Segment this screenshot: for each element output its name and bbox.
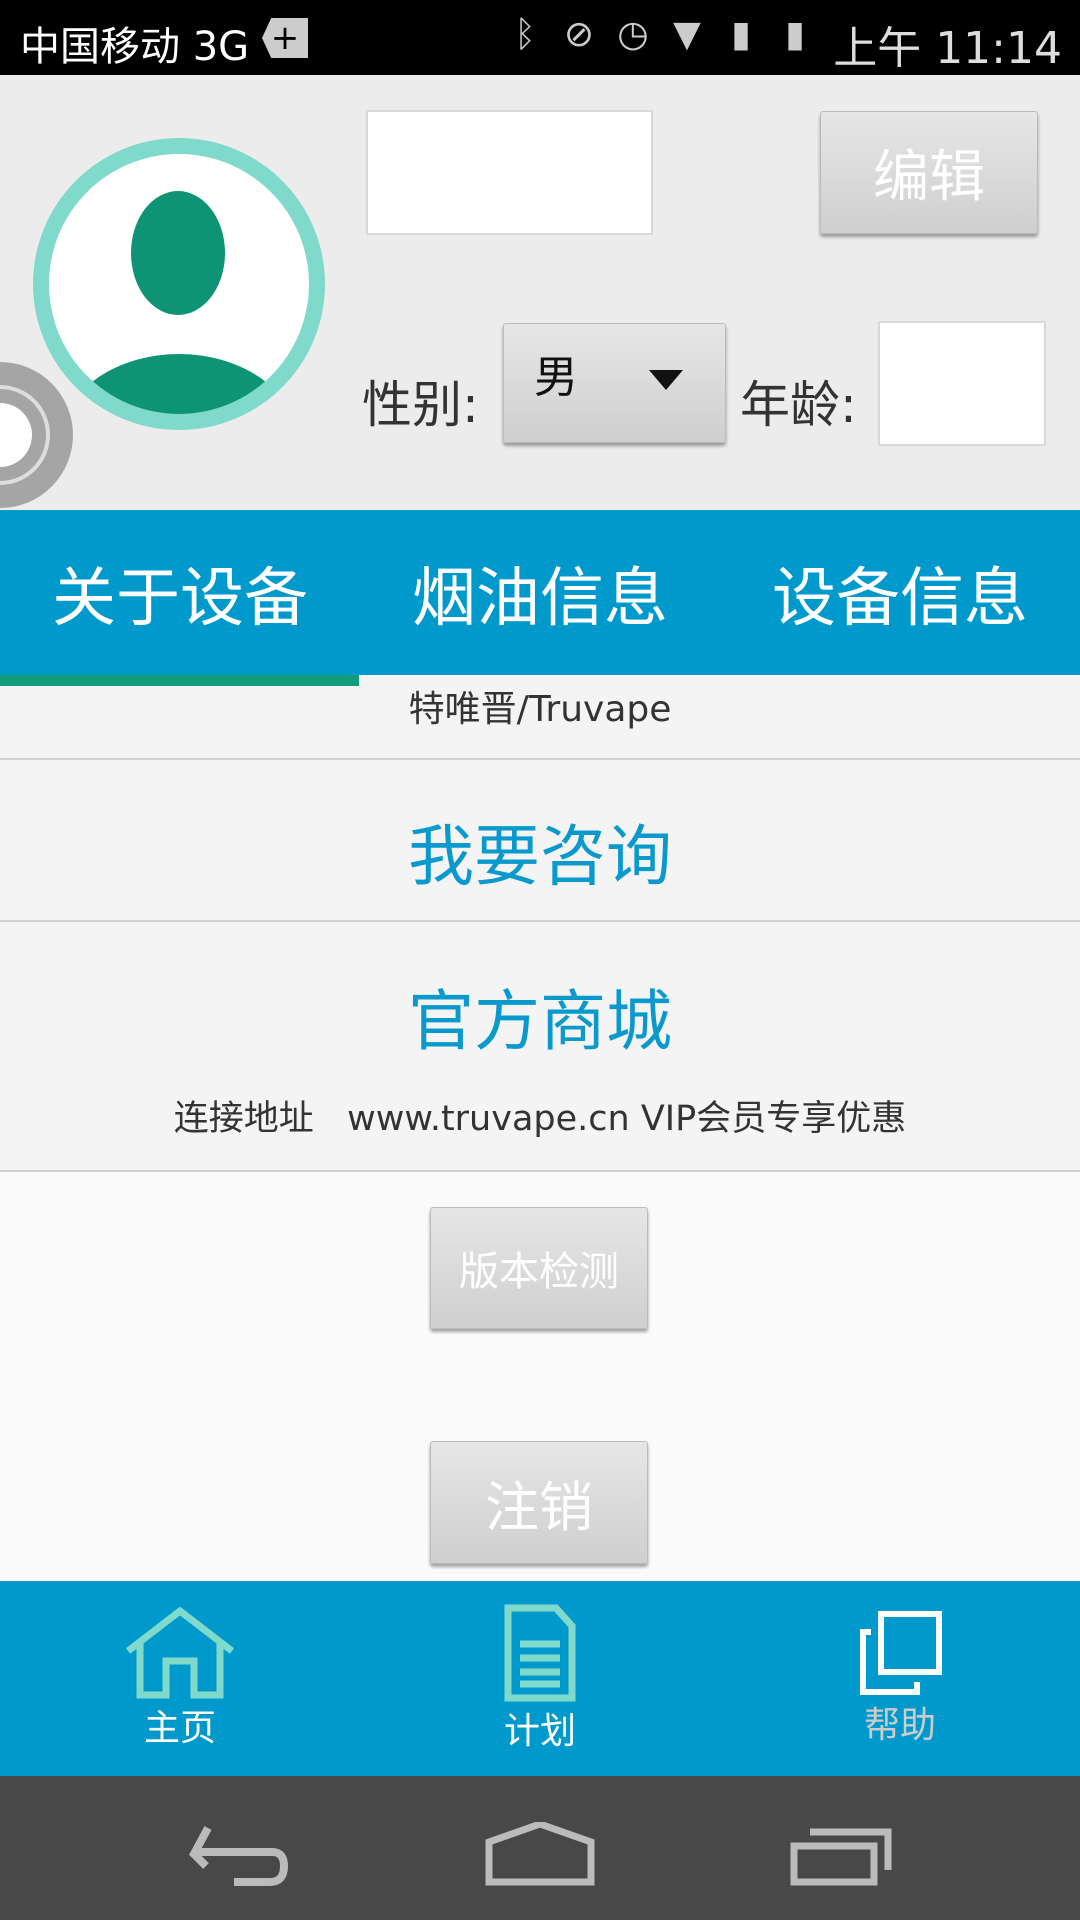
nav-home[interactable]: 主页 [0,1581,360,1776]
nav-help[interactable]: 帮助 [720,1581,1080,1776]
bottom-nav: 主页 计划 帮助 [0,1581,1080,1776]
brand-label: 特唯晋/Truvape [408,689,672,730]
nav-home-label: 主页 [143,1707,216,1749]
edit-button[interactable]: 编辑 [820,111,1038,234]
status-bar: 中国移动 3G + ᛒ ⊘ ◷ ▼ ▮ ▮ 上午 11:14 [0,0,1080,75]
tab-eliquid-info[interactable]: 烟油信息 [360,510,720,675]
nav-help-label: 帮助 [863,1704,936,1746]
nav-plan[interactable]: 计划 [360,1581,720,1776]
age-input[interactable] [878,321,1046,446]
home-nav-icon[interactable] [485,1822,595,1886]
document-icon [504,1604,576,1701]
divider [0,758,1080,760]
gender-dropdown[interactable]: 男 [503,323,726,443]
carrier-label: 中国移动 3G [20,24,250,70]
shop-url-text[interactable]: 连接地址 www.truvape.cn VIP会员专享优惠 [40,1090,1040,1141]
clock: 上午 11:14 [833,23,1062,74]
profile-header: 编辑 性别: 男 年龄: [0,75,1080,510]
status-icons: ᛒ ⊘ ◷ ▼ ▮ ▮ [505,14,835,64]
plus-badge-icon: + [262,18,308,58]
official-shop-link[interactable]: 官方商城 [0,968,1080,1064]
back-icon[interactable] [188,1826,292,1886]
system-nav-bar [0,1776,1080,1920]
chevron-down-icon [649,370,683,390]
wifi-icon: ▼ [673,14,701,55]
age-label: 年龄: [740,376,857,434]
tab-about-device[interactable]: 关于设备 [0,510,360,675]
copy-icon [860,1610,942,1695]
name-input[interactable] [366,110,653,235]
tab-device-info[interactable]: 设备信息 [720,510,1080,675]
version-check-button[interactable]: 版本检测 [430,1207,648,1329]
gender-label: 性别: [362,376,479,434]
gender-value: 男 [534,352,578,403]
signal-icon: ▮ [731,14,751,55]
consult-link[interactable]: 我要咨询 [0,803,1080,899]
floating-assist-button[interactable] [0,362,73,508]
bluetooth-icon: ᛒ [514,14,536,55]
logout-button[interactable]: 注销 [430,1441,648,1564]
home-icon [125,1606,235,1698]
avatar-head-icon [131,191,225,315]
recents-icon[interactable] [790,1826,894,1886]
nav-plan-label: 计划 [503,1710,576,1752]
mute-icon: ⊘ [563,14,595,55]
avatar[interactable] [33,138,325,430]
tab-bar: 关于设备 烟油信息 设备信息 [0,510,1080,675]
battery-icon: ▮ [785,14,805,55]
divider [0,920,1080,922]
alarm-icon: ◷ [617,14,649,55]
